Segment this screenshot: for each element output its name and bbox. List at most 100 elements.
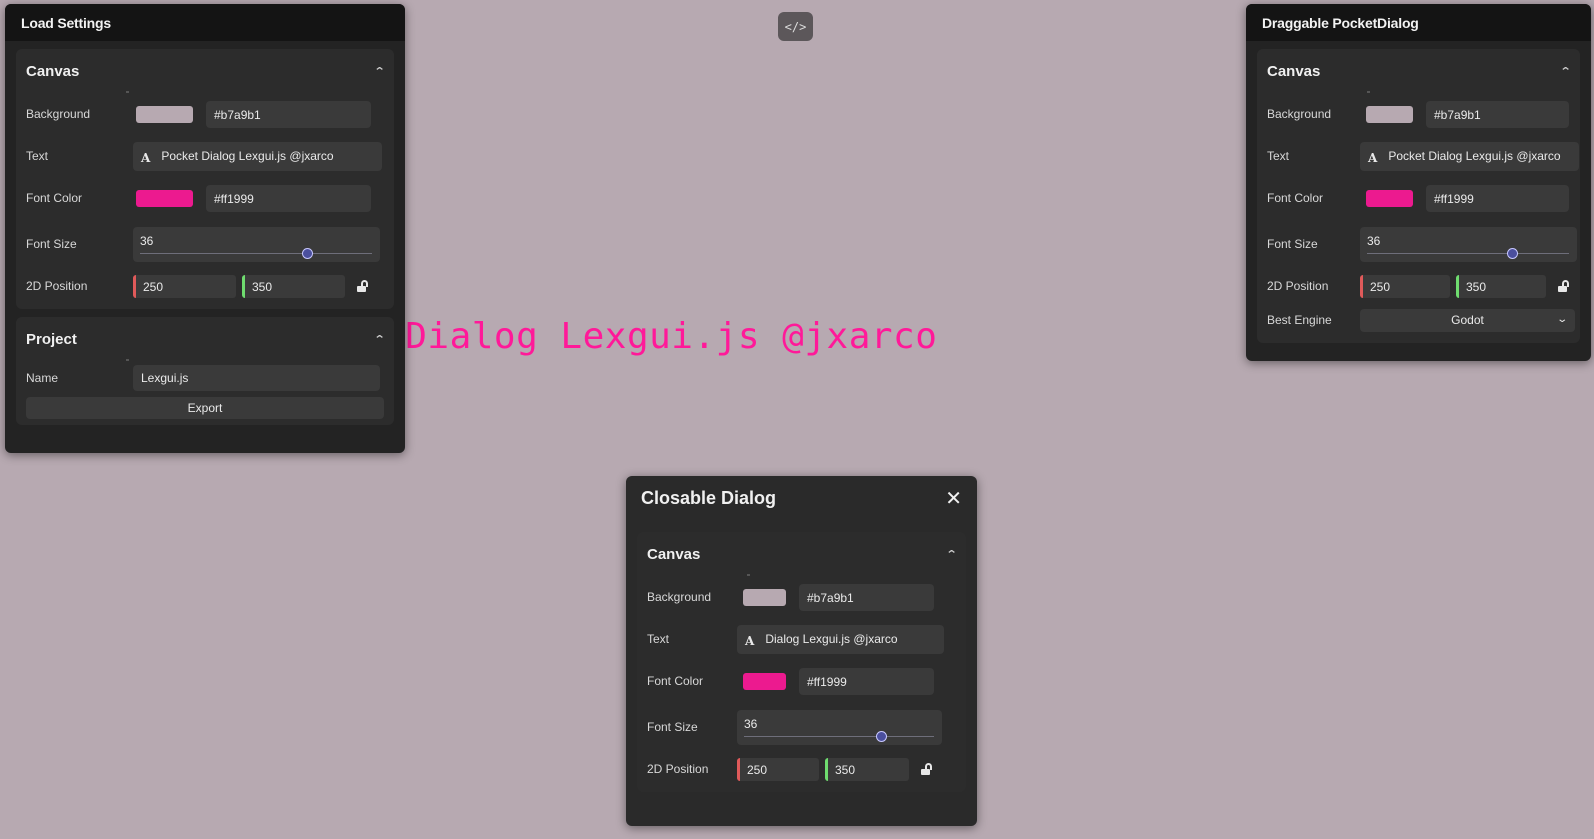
position-x-input[interactable]: 250	[1360, 274, 1450, 298]
font-size-label: Font Size	[647, 720, 698, 734]
slider-knob[interactable]	[1507, 247, 1519, 259]
chevron-up-icon[interactable]: ⌃	[945, 548, 957, 561]
font-size-slider[interactable]: 36	[133, 226, 380, 262]
section-title: Canvas	[26, 62, 80, 80]
name-input-value: Lexgui.js	[141, 371, 189, 385]
font-color-hex-input[interactable]: #ff1999	[1426, 184, 1569, 212]
font-size-label: Font Size	[26, 237, 77, 251]
project-section: Project ⌃ Name Lexgui.js Export	[16, 317, 394, 425]
text-row: Text A Pocket Dialog Lexgui.js @jxarco	[1257, 135, 1580, 177]
font-size-value: 36	[1367, 233, 1381, 248]
section-title: Canvas	[1267, 62, 1321, 80]
background-color-swatch[interactable]	[136, 105, 193, 123]
name-input[interactable]: Lexgui.js	[133, 365, 380, 391]
background-color-swatch[interactable]	[1366, 105, 1413, 123]
export-button[interactable]: Export	[26, 397, 384, 419]
name-label: Name	[26, 371, 59, 385]
panel-title[interactable]: Load Settings	[5, 4, 405, 41]
canvas-section: Canvas ⌃ Background #b7a9b1 Text A Pocke…	[16, 49, 394, 309]
font-size-row: Font Size 36	[16, 219, 394, 269]
font-color-label: Font Color	[26, 191, 83, 205]
position-label: 2D Position	[26, 279, 88, 293]
position-row: 2D Position 250 350	[16, 269, 394, 303]
position-y-input[interactable]: 350	[1456, 274, 1546, 298]
text-icon: A	[745, 633, 755, 648]
font-size-value: 36	[744, 716, 758, 731]
chevron-up-icon[interactable]: ⌃	[373, 333, 385, 346]
font-size-slider[interactable]: 36	[1360, 226, 1577, 262]
lock-icon[interactable]	[1558, 280, 1570, 292]
lock-icon[interactable]	[357, 280, 369, 292]
font-color-label: Font Color	[1267, 191, 1324, 205]
section-header[interactable]: Canvas ⌃	[16, 49, 394, 93]
background-row: Background #b7a9b1	[637, 576, 966, 618]
slider-knob[interactable]	[875, 730, 887, 742]
panel-title[interactable]: Draggable PocketDialog	[1246, 4, 1591, 41]
text-row: Text A Pocket Dialog Lexgui.js @jxarco	[16, 135, 394, 177]
name-row: Name Lexgui.js	[16, 361, 394, 395]
background-hex-input[interactable]: #b7a9b1	[206, 100, 371, 128]
font-size-row: Font Size 36	[637, 702, 966, 752]
dialog-title-bar[interactable]: Closable Dialog ✕	[626, 476, 977, 520]
font-color-label: Font Color	[647, 674, 704, 688]
text-input-value: Pocket Dialog Lexgui.js @jxarco	[161, 149, 334, 163]
font-size-slider[interactable]: 36	[737, 709, 942, 745]
dialog-title: Closable Dialog	[641, 487, 777, 508]
closable-dialog: Closable Dialog ✕ Canvas ⌃ Background #b…	[626, 476, 977, 826]
slider-track[interactable]	[140, 252, 372, 254]
chevron-down-icon: ⌄	[1555, 313, 1568, 325]
background-hex-input[interactable]: #b7a9b1	[799, 583, 934, 611]
section-header[interactable]: Canvas ⌃	[637, 532, 966, 576]
font-color-hex-input[interactable]: #ff1999	[799, 667, 934, 695]
text-label: Text	[647, 632, 670, 646]
font-size-row: Font Size 36	[1257, 219, 1580, 269]
font-color-row: Font Color #ff1999	[1257, 177, 1580, 219]
text-input[interactable]: A Pocket Dialog Lexgui.js @jxarco	[133, 141, 382, 171]
code-view-button[interactable]: </>	[778, 12, 813, 41]
font-color-hex-input[interactable]: #ff1999	[206, 184, 371, 212]
font-color-swatch[interactable]	[743, 672, 786, 690]
background-color-swatch[interactable]	[743, 588, 786, 606]
text-icon: A	[1368, 150, 1378, 165]
font-size-value: 36	[140, 233, 154, 248]
position-x-input[interactable]: 250	[737, 757, 819, 781]
position-y-input[interactable]: 350	[825, 757, 909, 781]
chevron-up-icon[interactable]: ⌃	[373, 65, 385, 78]
text-input-value: Pocket Dialog Lexgui.js @jxarco	[1388, 149, 1561, 163]
slider-track[interactable]	[1367, 252, 1569, 254]
engine-select[interactable]: Godot ⌄	[1360, 308, 1575, 332]
draggable-pocket-dialog: Draggable PocketDialog Canvas ⌃ Backgrou…	[1246, 4, 1591, 361]
background-hex-input[interactable]: #b7a9b1	[1426, 100, 1569, 128]
canvas-section: Canvas ⌃ Background #b7a9b1 Text A Dialo…	[637, 532, 966, 792]
canvas-section: Canvas ⌃ Background #b7a9b1 Text A Pocke…	[1257, 49, 1580, 343]
section-header[interactable]: Canvas ⌃	[1257, 49, 1580, 93]
text-icon: A	[141, 150, 151, 165]
close-icon[interactable]: ✕	[945, 486, 962, 511]
background-label: Background	[1267, 107, 1332, 121]
font-color-row: Font Color #ff1999	[637, 660, 966, 702]
text-label: Text	[1267, 149, 1290, 163]
load-settings-panel: Load Settings Canvas ⌃ Background #b7a9b…	[5, 4, 405, 453]
engine-row: Best Engine Godot ⌄	[1257, 303, 1580, 337]
font-size-label: Font Size	[1267, 237, 1318, 251]
font-color-swatch[interactable]	[136, 189, 193, 207]
position-y-input[interactable]: 350	[242, 274, 345, 298]
text-input[interactable]: A Dialog Lexgui.js @jxarco	[737, 624, 944, 654]
position-label: 2D Position	[1267, 279, 1329, 293]
position-x-input[interactable]: 250	[133, 274, 236, 298]
chevron-up-icon[interactable]: ⌃	[1559, 65, 1571, 78]
slider-knob[interactable]	[302, 247, 314, 259]
font-color-row: Font Color #ff1999	[16, 177, 394, 219]
position-row: 2D Position 250 350	[1257, 269, 1580, 303]
text-input[interactable]: A Pocket Dialog Lexgui.js @jxarco	[1360, 141, 1579, 171]
text-label: Text	[26, 149, 49, 163]
background-row: Background #b7a9b1	[16, 93, 394, 135]
position-row: 2D Position 250 350	[637, 752, 966, 786]
slider-track[interactable]	[744, 735, 934, 737]
background-label: Background	[26, 107, 91, 121]
section-title: Project	[26, 330, 77, 348]
section-header[interactable]: Project ⌃	[16, 317, 394, 361]
background-label: Background	[647, 590, 712, 604]
lock-icon[interactable]	[921, 763, 933, 775]
font-color-swatch[interactable]	[1366, 189, 1413, 207]
